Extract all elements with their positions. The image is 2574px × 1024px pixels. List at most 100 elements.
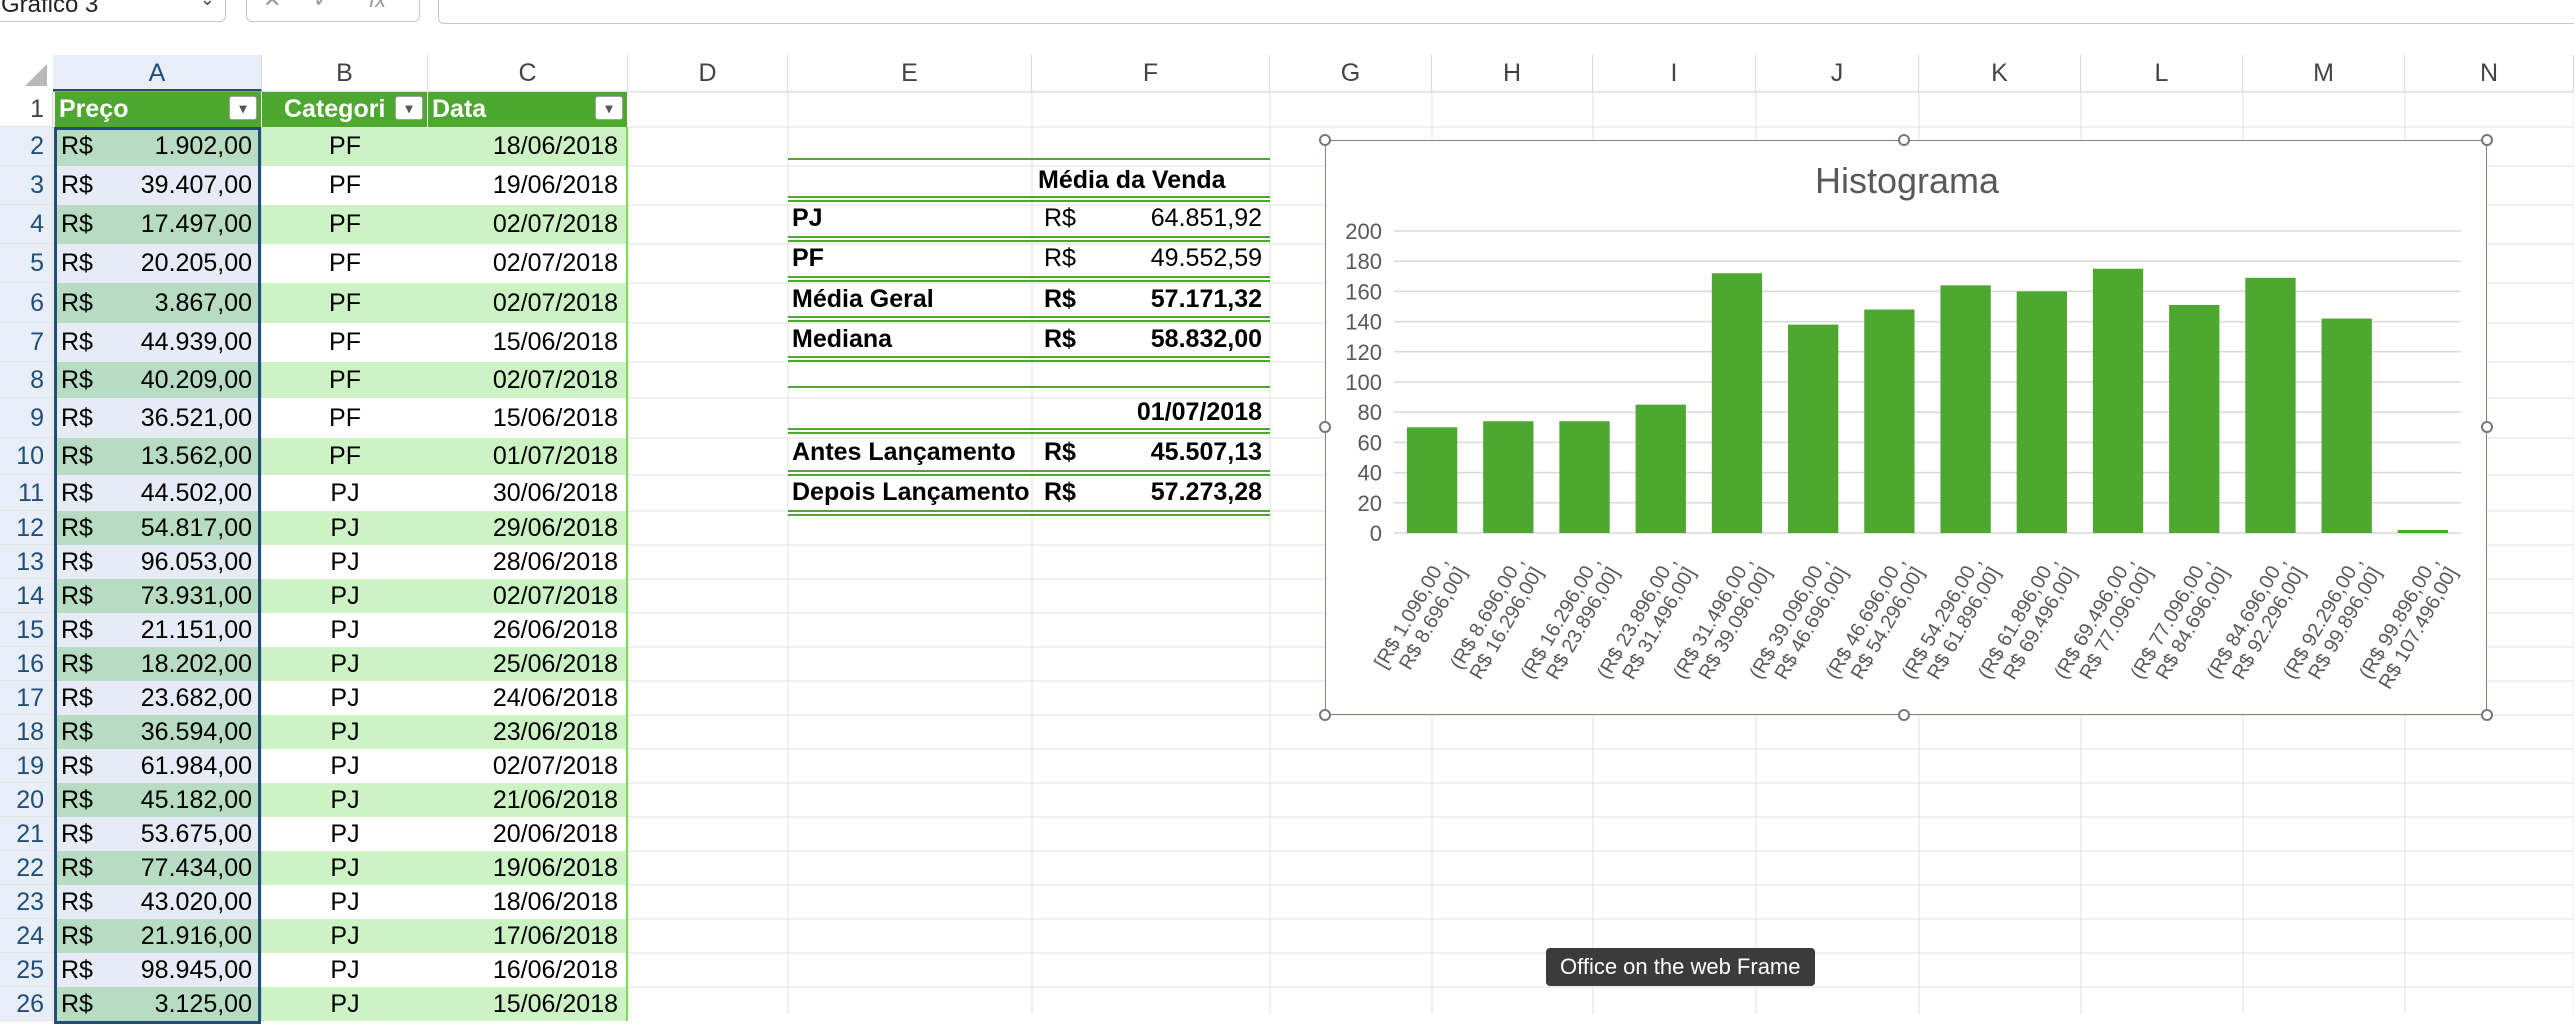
cell-data[interactable]: 29/06/2018 [428,511,628,545]
row-header-5[interactable]: 5 [0,244,53,283]
column-header-a[interactable]: A [53,55,262,92]
row-header-11[interactable]: 11 [0,475,53,511]
resize-handle[interactable] [1898,134,1910,146]
resize-handle[interactable] [2481,421,2493,433]
filter-dropdown-icon[interactable]: ▾ [229,96,257,120]
cell-data[interactable]: 15/06/2018 [428,323,628,362]
row-header-3[interactable]: 3 [0,166,53,205]
row-header-16[interactable]: 16 [0,647,53,681]
select-all-button[interactable] [0,55,54,93]
histogram-bar[interactable] [2016,291,2067,533]
name-box[interactable]: Gráfico 3 ⌄ [0,0,226,22]
formula-input[interactable] [438,0,2574,24]
row-header-9[interactable]: 9 [0,398,53,438]
cell-categoria[interactable]: PJ [262,613,428,647]
column-header-h[interactable]: H [1432,55,1593,92]
cell-categoria[interactable]: PF [262,244,428,283]
resize-handle[interactable] [1319,421,1331,433]
cell-categoria[interactable]: PF [262,398,428,438]
histogram-chart[interactable]: Histograma 0 20 40 60 80 100 120 140 160 180 200 [… [1325,140,2487,715]
row-header-20[interactable]: 20 [0,783,53,817]
column-header-k[interactable]: K [1919,55,2081,92]
cell-data[interactable]: 15/06/2018 [428,398,628,438]
cell-data[interactable]: 02/07/2018 [428,244,628,283]
cell-categoria[interactable]: PJ [262,783,428,817]
cell-categoria[interactable]: PF [262,438,428,475]
histogram-bar[interactable] [2397,529,2449,533]
histogram-bar[interactable] [1711,273,1763,533]
check-icon[interactable]: ✓ [313,0,331,13]
row-header-6[interactable]: 6 [0,283,53,323]
resize-handle[interactable] [1319,709,1331,721]
cell-categoria[interactable]: PJ [262,851,428,885]
row-header-23[interactable]: 23 [0,885,53,919]
resize-handle[interactable] [2481,709,2493,721]
histogram-bar[interactable] [1864,309,1915,533]
cell-data[interactable]: 24/06/2018 [428,681,628,715]
cell-data[interactable]: 30/06/2018 [428,475,628,511]
cell-categoria[interactable]: PJ [262,475,428,511]
cell-data[interactable]: 17/06/2018 [428,919,628,953]
row-header-12[interactable]: 12 [0,511,53,545]
cell-data[interactable]: 19/06/2018 [428,166,628,205]
row-header-14[interactable]: 14 [0,579,53,613]
row-header-8[interactable]: 8 [0,362,53,398]
column-header-l[interactable]: L [2081,55,2243,92]
row-header-21[interactable]: 21 [0,817,53,851]
cell-categoria[interactable]: PJ [262,885,428,919]
histogram-bar[interactable] [1635,404,1686,533]
column-header-d[interactable]: D [628,55,788,92]
row-header-19[interactable]: 19 [0,749,53,783]
fx-icon[interactable]: fx [369,0,386,13]
cell-data[interactable]: 02/07/2018 [428,283,628,323]
histogram-bar[interactable] [1483,421,1534,533]
cell-data[interactable]: 21/06/2018 [428,783,628,817]
filter-dropdown-icon[interactable]: ▾ [595,96,623,120]
cell-data[interactable]: 20/06/2018 [428,817,628,851]
histogram-bar[interactable] [2321,318,2372,533]
histogram-bar[interactable] [1940,285,1991,533]
cell-data[interactable]: 16/06/2018 [428,953,628,987]
cancel-icon[interactable]: ✕ [263,0,281,13]
cell-data[interactable]: 02/07/2018 [428,579,628,613]
cell-data[interactable]: 26/06/2018 [428,613,628,647]
row-header-4[interactable]: 4 [0,205,53,244]
row-header-18[interactable]: 18 [0,715,53,749]
row-header-10[interactable]: 10 [0,438,53,475]
histogram-bar[interactable] [1788,324,1839,533]
cell-data[interactable]: 18/06/2018 [428,127,628,166]
column-header-c[interactable]: C [428,55,628,92]
row-header-15[interactable]: 15 [0,613,53,647]
cell-categoria[interactable]: PJ [262,987,428,1021]
column-header-f[interactable]: F [1032,55,1270,92]
cell-data[interactable]: 02/07/2018 [428,749,628,783]
cell-categoria[interactable]: PJ [262,647,428,681]
cell-data[interactable]: 02/07/2018 [428,205,628,244]
cell-categoria[interactable]: PJ [262,817,428,851]
row-header-17[interactable]: 17 [0,681,53,715]
cell-categoria[interactable]: PJ [262,545,428,579]
column-header-g[interactable]: G [1270,55,1432,92]
histogram-bar[interactable] [1559,421,1610,533]
cell-categoria[interactable]: PJ [262,749,428,783]
row-header-2[interactable]: 2 [0,127,53,166]
cell-data[interactable]: 15/06/2018 [428,987,628,1021]
cell-categoria[interactable]: PF [262,127,428,166]
row-header-24[interactable]: 24 [0,919,53,953]
row-header-22[interactable]: 22 [0,851,53,885]
cell-categoria[interactable]: PJ [262,953,428,987]
chevron-down-icon[interactable]: ⌄ [200,0,215,10]
histogram-bar[interactable] [2169,304,2220,533]
row-header-25[interactable]: 25 [0,953,53,987]
cell-categoria[interactable]: PF [262,362,428,398]
cell-categoria[interactable]: PF [262,323,428,362]
cell-data[interactable]: 02/07/2018 [428,362,628,398]
cell-data[interactable]: 28/06/2018 [428,545,628,579]
column-header-b[interactable]: B [262,55,428,92]
cell-data[interactable]: 25/06/2018 [428,647,628,681]
column-header-i[interactable]: I [1593,55,1756,92]
cell-categoria[interactable]: PJ [262,919,428,953]
cell-categoria[interactable]: PF [262,283,428,323]
column-header-j[interactable]: J [1756,55,1919,92]
histogram-bar[interactable] [2245,277,2296,533]
